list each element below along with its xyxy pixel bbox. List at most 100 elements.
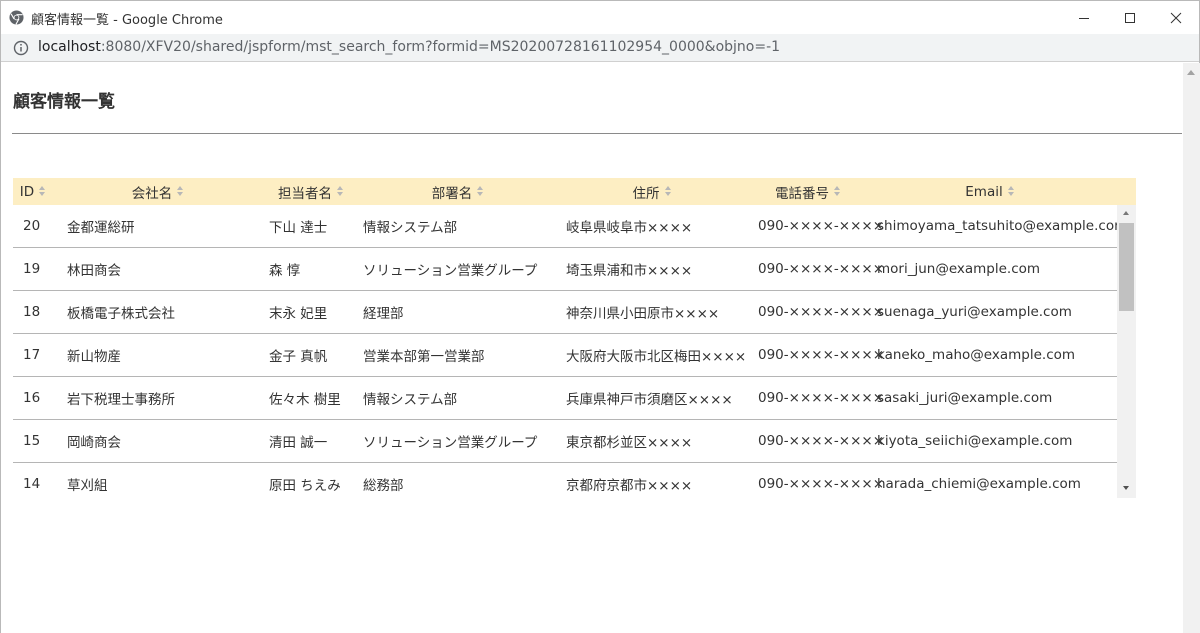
url-host: localhost — [38, 39, 101, 55]
cell-department: 総務部 — [363, 478, 404, 494]
cell-email: mori_jun@example.com — [877, 261, 1041, 277]
column-header-phone[interactable]: 電話番号 — [747, 178, 869, 205]
cell-id: 15 — [23, 433, 41, 449]
column-header-id[interactable]: ID — [13, 178, 53, 205]
column-header-address[interactable]: 住所 — [557, 178, 747, 205]
url-path: :8080/XFV20/shared/jspform/mst_search_fo… — [100, 39, 781, 55]
sort-icon[interactable] — [834, 186, 841, 197]
cell-id: 17 — [23, 347, 41, 363]
sort-icon[interactable] — [1007, 186, 1015, 197]
customer-table: ID 会社名 担当者名 部署名 住所 電話番号 Email 20 金都運総研 下… — [13, 178, 1136, 498]
sort-icon[interactable] — [477, 186, 484, 197]
cell-contact: 森 惇 — [269, 263, 301, 279]
cell-contact: 清田 誠一 — [269, 435, 328, 451]
cell-phone: 090-××××-×××× — [758, 476, 885, 492]
table-header: ID 会社名 担当者名 部署名 住所 電話番号 Email — [13, 178, 1136, 205]
browser-window: 顧客情報一覧 - Google Chrome localhost:8080/XF… — [0, 0, 1200, 633]
sort-icon[interactable] — [337, 186, 344, 197]
cell-phone: 090-××××-×××× — [758, 347, 885, 363]
column-header-label: 住所 — [632, 185, 660, 202]
cell-contact: 原田 ちえみ — [269, 478, 341, 494]
column-header-email[interactable]: Email — [869, 178, 1111, 205]
cell-id: 16 — [23, 390, 41, 406]
column-header-contact[interactable]: 担当者名 — [263, 178, 359, 205]
column-header-label: 担当者名 — [278, 185, 332, 202]
table-row[interactable]: 16 岩下税理士事務所 佐々木 樹里 情報システム部 兵庫県神戸市須磨区××××… — [13, 377, 1117, 420]
cell-department: 情報システム部 — [363, 392, 458, 408]
scrollbar-thumb[interactable] — [1119, 223, 1134, 311]
cell-contact: 末永 妃里 — [269, 306, 328, 322]
cell-email: shimoyama_tatsuhito@example.com — [877, 218, 1128, 234]
cell-address: 岐阜県岐阜市×××× — [566, 220, 693, 236]
cell-address: 東京都杉並区×××× — [566, 435, 693, 451]
page-content: 顧客情報一覧 ID 会社名 担当者名 部署名 住所 電話番号 Email 20 … — [1, 63, 1183, 633]
table-row[interactable]: 18 板橋電子株式会社 末永 妃里 経理部 神奈川県小田原市×××× 090-×… — [13, 291, 1117, 334]
chrome-logo-icon — [9, 10, 24, 25]
column-header-department[interactable]: 部署名 — [359, 178, 557, 205]
column-header-label: Email — [965, 183, 1003, 200]
table-row[interactable]: 14 草刈組 原田 ちえみ 総務部 京都府京都市×××× 090-××××-××… — [13, 463, 1117, 498]
cell-department: 情報システム部 — [363, 220, 458, 236]
cell-address: 兵庫県神戸市須磨区×××× — [566, 392, 733, 408]
cell-address: 埼玉県浦和市×××× — [566, 263, 693, 279]
cell-email: harada_chiemi@example.com — [877, 476, 1081, 492]
cell-id: 19 — [23, 261, 41, 277]
cell-phone: 090-××××-×××× — [758, 218, 885, 234]
cell-address: 神奈川県小田原市×××× — [566, 306, 720, 322]
table-row[interactable]: 15 岡崎商会 清田 誠一 ソリューション営業グループ 東京都杉並区×××× 0… — [13, 420, 1117, 463]
table-scrollbar[interactable] — [1117, 205, 1136, 498]
sort-icon[interactable] — [39, 186, 46, 197]
cell-address: 京都府京都市×××× — [566, 478, 693, 494]
sort-icon[interactable] — [664, 186, 672, 197]
column-header-company[interactable]: 会社名 — [53, 178, 263, 205]
window-title: 顧客情報一覧 - Google Chrome — [31, 13, 223, 28]
cell-id: 18 — [23, 304, 41, 320]
cell-company: 板橋電子株式会社 — [67, 306, 175, 322]
cell-phone: 090-××××-×××× — [758, 261, 885, 277]
table-row[interactable]: 20 金都運総研 下山 達士 情報システム部 岐阜県岐阜市×××× 090-××… — [13, 205, 1127, 248]
cell-contact: 佐々木 樹里 — [269, 392, 341, 408]
scroll-up-arrow-icon[interactable] — [1187, 70, 1195, 75]
cell-company: 岩下税理士事務所 — [67, 392, 175, 408]
cell-contact: 下山 達士 — [269, 220, 328, 236]
column-header-label: ID — [19, 183, 35, 200]
cell-department: 経理部 — [363, 306, 404, 322]
sort-icon[interactable] — [177, 186, 184, 197]
table-body: 20 金都運総研 下山 達士 情報システム部 岐阜県岐阜市×××× 090-××… — [13, 205, 1136, 498]
cell-phone: 090-××××-×××× — [758, 433, 885, 449]
cell-company: 林田商会 — [67, 263, 121, 279]
cell-department: ソリューション営業グループ — [363, 435, 538, 451]
cell-contact: 金子 真帆 — [269, 349, 328, 365]
info-icon[interactable] — [13, 40, 29, 56]
cell-email: kiyota_seiichi@example.com — [877, 433, 1073, 449]
title-divider — [12, 133, 1182, 134]
table-row[interactable]: 17 新山物産 金子 真帆 営業本部第一営業部 大阪府大阪市北区梅田×××× 0… — [13, 334, 1117, 377]
close-button[interactable] — [1153, 1, 1199, 34]
column-header-label: 部署名 — [431, 185, 473, 202]
minimize-button[interactable] — [1061, 1, 1107, 34]
minimize-icon — [1079, 17, 1089, 19]
url-text[interactable]: localhost:8080/XFV20/shared/jspform/mst_… — [38, 39, 780, 55]
cell-company: 金都運総研 — [67, 220, 135, 236]
page-scrollbar[interactable] — [1183, 63, 1200, 633]
cell-email: suenaga_yuri@example.com — [877, 304, 1072, 320]
cell-company: 新山物産 — [67, 349, 121, 365]
column-header-label: 電話番号 — [775, 185, 829, 202]
cell-phone: 090-××××-×××× — [758, 304, 885, 320]
table-row[interactable]: 19 林田商会 森 惇 ソリューション営業グループ 埼玉県浦和市×××× 090… — [13, 248, 1117, 291]
cell-company: 草刈組 — [67, 478, 108, 494]
maximize-icon — [1125, 12, 1135, 23]
cell-address: 大阪府大阪市北区梅田×××× — [566, 349, 747, 365]
cell-company: 岡崎商会 — [67, 435, 121, 451]
cell-department: ソリューション営業グループ — [363, 263, 538, 279]
cell-id: 14 — [23, 476, 41, 492]
cell-id: 20 — [23, 218, 41, 234]
page-title: 顧客情報一覧 — [13, 92, 115, 112]
scroll-up-arrow-icon[interactable] — [1123, 211, 1129, 215]
address-bar[interactable]: localhost:8080/XFV20/shared/jspform/mst_… — [1, 34, 1199, 62]
column-header-label: 会社名 — [131, 185, 173, 202]
maximize-button[interactable] — [1107, 1, 1153, 34]
cell-department: 営業本部第一営業部 — [363, 349, 485, 365]
scroll-down-arrow-icon[interactable] — [1123, 486, 1129, 490]
cell-email: sasaki_juri@example.com — [877, 390, 1053, 406]
